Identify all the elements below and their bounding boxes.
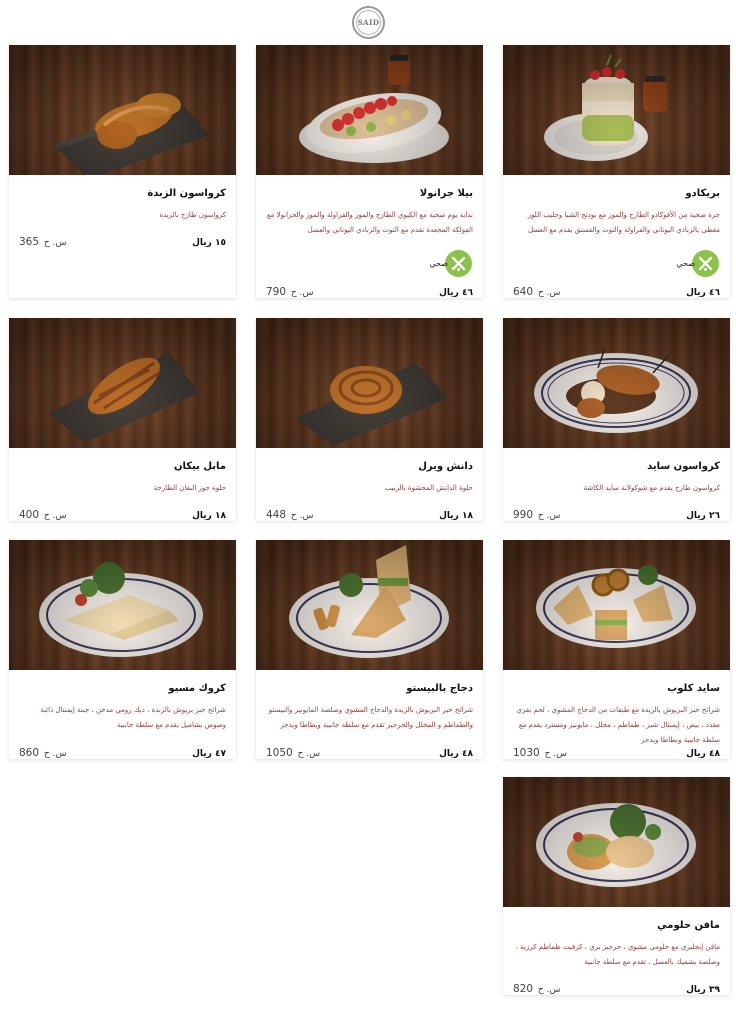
- item-calories: 1030 س. ح: [513, 747, 568, 759]
- menu-card-croissant-butter[interactable]: كرواسون الزبدة كرواسون طازج بالزبدة ١٥ ر…: [9, 45, 236, 298]
- item-price: ٣٩ ريال: [686, 985, 720, 995]
- menu-card-halloumi-muffin[interactable]: مافن حلومي مافن إنجليزي مع حلومي مشوي ، …: [503, 777, 730, 995]
- menu-card-croissant-said[interactable]: كرواسون سايد كرواسون طازج يقدم مع شوكولا…: [503, 318, 730, 521]
- item-photo: [256, 318, 483, 448]
- item-name: بيلا جرانولا: [419, 188, 473, 199]
- item-photo: [256, 540, 483, 670]
- item-description: حلوة الدانش المحشوة بالزبيب: [384, 484, 473, 492]
- item-price: ٤٦ ريال: [439, 288, 473, 298]
- item-price: ٤٨ ريال: [686, 749, 720, 759]
- item-description: شرائح خبز البريوش بالزبدة مع طبقات من ال…: [516, 706, 720, 744]
- menu-card-chicken-pesto[interactable]: دجاج بالبيستو شرائح خبز البريوش بالزبدة …: [256, 540, 483, 759]
- item-price: ١٥ ريال: [192, 238, 226, 248]
- item-price: ٤٧ ريال: [192, 749, 226, 759]
- item-calories: 640 س. ح: [513, 286, 561, 298]
- menu-card-croque-monsieur[interactable]: كروك مسيو شرائح خبز بريوش بالزبدة ، ديك …: [9, 540, 236, 759]
- healthy-badge: صحي: [676, 250, 719, 277]
- item-price: ٤٨ ريال: [439, 749, 473, 759]
- item-calories: 365 س. ح: [19, 236, 67, 248]
- item-description: حلوة جوز البقان الطازجة: [153, 484, 226, 492]
- item-calories: 860 س. ح: [19, 747, 67, 759]
- brand-logo: SAID: [352, 6, 385, 39]
- item-name: دانش ويرل: [418, 461, 473, 472]
- item-description: كرواسون طازج يقدم مع شوكولاتة سايد الكاش…: [583, 484, 720, 492]
- item-calories: 790 س. ح: [266, 286, 314, 298]
- menu-card-maple-pecan[interactable]: مابل بيكان حلوة جوز البقان الطازجة ١٨ ري…: [9, 318, 236, 521]
- healthy-badge: صحي: [429, 250, 472, 277]
- item-name: دجاج بالبيستو: [406, 683, 473, 694]
- item-name: مابل بيكان: [173, 461, 226, 472]
- menu-card-danish-swirl[interactable]: دانش ويرل حلوة الدانش المحشوة بالزبيب ١٨…: [256, 318, 483, 521]
- item-photo: [503, 45, 730, 175]
- item-photo: [9, 45, 236, 175]
- item-description: شرائح خبز البريوش بالزبدة والدجاج المشوي…: [268, 706, 473, 729]
- item-calories: 448 س. ح: [266, 509, 314, 521]
- item-name: بريكادو: [685, 188, 720, 199]
- item-calories: 400 س. ح: [19, 509, 67, 521]
- item-name: كرواسون سايد: [647, 461, 720, 472]
- item-calories: 820 س. ح: [513, 983, 561, 995]
- item-photo: [503, 318, 730, 448]
- healthy-label: صحي: [429, 259, 448, 268]
- brand-logo-text: SAID: [356, 10, 381, 35]
- item-name: كروك مسيو: [168, 683, 226, 694]
- fork-knife-icon: [692, 250, 719, 277]
- item-description: شرائح خبز بريوش بالزبدة ، ديك رومي مدخن …: [40, 706, 226, 729]
- healthy-label: صحي: [676, 259, 695, 268]
- item-description: مافن إنجليزي مع حلومي مشوي ، جرجير بري ،…: [515, 943, 720, 966]
- menu-card-said-club[interactable]: سايد كلوب شرائح خبز البريوش بالزبدة مع ط…: [503, 540, 730, 759]
- item-calories: 1050 س. ح: [266, 747, 321, 759]
- item-name: كرواسون الزبدة: [147, 188, 226, 199]
- item-photo: [256, 45, 483, 175]
- item-name: مافن حلومي: [657, 920, 720, 931]
- item-photo: [503, 540, 730, 670]
- item-calories: 990 س. ح: [513, 509, 561, 521]
- menu-card-bricado[interactable]: بريكادو جرة صحية من الأفوكادو الطازج وال…: [503, 45, 730, 298]
- item-description: جرة صحية من الأفوكادو الطازج والموز مع ب…: [527, 211, 720, 234]
- item-price: ٢٦ ريال: [686, 511, 720, 521]
- fork-knife-icon: [445, 250, 472, 277]
- item-price: ١٨ ريال: [192, 511, 226, 521]
- item-name: سايد كلوب: [667, 683, 720, 694]
- menu-card-bella-granola[interactable]: بيلا جرانولا بداية يوم صحية مع الكيوي ال…: [256, 45, 483, 298]
- item-photo: [9, 318, 236, 448]
- item-description: بداية يوم صحية مع الكيوي الطازج والموز و…: [266, 211, 473, 234]
- item-description: كرواسون طازج بالزبدة: [159, 211, 226, 219]
- item-photo: [9, 540, 236, 670]
- item-price: ٤٦ ريال: [686, 288, 720, 298]
- item-photo: [503, 777, 730, 907]
- item-price: ١٨ ريال: [439, 511, 473, 521]
